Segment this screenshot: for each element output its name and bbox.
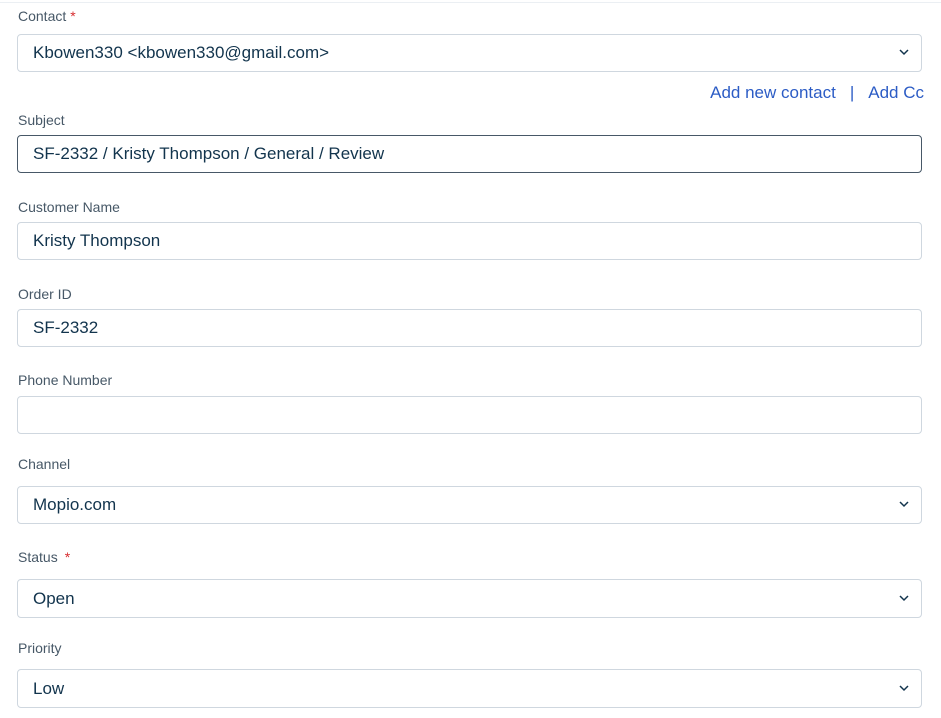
ticket-properties-form: Contact * Kbowen330 <kbowen330@gmail.com>… xyxy=(0,0,941,718)
priority-select[interactable]: Low xyxy=(17,669,922,708)
chevron-down-icon xyxy=(899,501,909,508)
required-asterisk: * xyxy=(64,549,71,565)
status-value: Open xyxy=(33,588,75,608)
contact-value: Kbowen330 <kbowen330@gmail.com> xyxy=(33,43,330,62)
phone-number-input[interactable] xyxy=(17,396,922,434)
status-label: Status * xyxy=(18,549,70,565)
priority-value: Low xyxy=(33,678,65,698)
chevron-down-icon xyxy=(899,684,909,691)
contact-links: Add new contact | Add Cc xyxy=(710,83,924,103)
subject-input[interactable]: SF-2332 / Kristy Thompson / General / Re… xyxy=(17,135,922,173)
channel-label: Channel xyxy=(18,456,71,472)
phone-number-label: Phone Number xyxy=(18,372,113,388)
contact-select[interactable]: Kbowen330 <kbowen330@gmail.com> xyxy=(17,34,922,72)
contact-label-text: Contact xyxy=(18,8,67,24)
customer-name-input[interactable]: Kristy Thompson xyxy=(17,222,922,260)
subject-value: SF-2332 / Kristy Thompson / General / Re… xyxy=(33,144,385,163)
order-id-value: SF-2332 xyxy=(33,318,99,337)
status-select[interactable]: Open xyxy=(17,579,922,618)
contact-label: Contact * xyxy=(18,8,76,24)
customer-name-label: Customer Name xyxy=(18,199,120,215)
chevron-down-icon xyxy=(899,594,909,601)
add-cc-link[interactable]: Add Cc xyxy=(868,83,924,103)
add-new-contact-link[interactable]: Add new contact xyxy=(710,83,836,103)
channel-value: Mopio.com xyxy=(33,495,117,514)
channel-select[interactable]: Mopio.com xyxy=(17,486,922,524)
link-separator: | xyxy=(849,83,855,102)
customer-name-value: Kristy Thompson xyxy=(33,231,161,250)
order-id-input[interactable]: SF-2332 xyxy=(17,309,922,347)
subject-label: Subject xyxy=(18,112,65,128)
required-asterisk: * xyxy=(70,8,76,24)
order-id-label: Order ID xyxy=(18,286,72,302)
chevron-down-icon xyxy=(899,49,909,56)
status-label-text: Status xyxy=(18,549,58,565)
priority-label: Priority xyxy=(18,640,62,656)
